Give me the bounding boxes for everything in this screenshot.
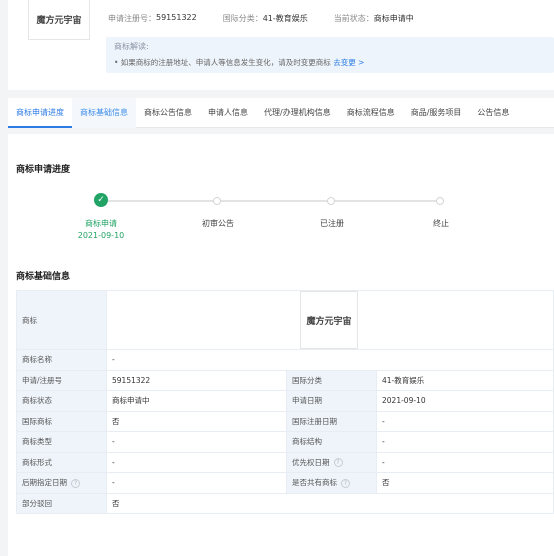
table-row: 商标类型 - 商标结构 - (16, 431, 554, 453)
tab-goods-services[interactable]: 商品/服务项目 (403, 98, 470, 128)
field-value: 59151322 (106, 369, 287, 391)
check-icon: ✓ (94, 193, 108, 207)
progress-title: 商标申请进度 (16, 165, 71, 175)
table-row: 后期指定日期? - 是否共有商标? 否 (16, 472, 554, 494)
note-text: • 如果商标的注册地址、申请人等信息发生变化，请及时变更商标 (114, 58, 331, 67)
trademark-label: 商标 (16, 290, 107, 350)
trademark-header: 魔方元宇宙 申请注册号： 59151322 国际分类： 41-教育娱乐 当前状态… (8, 0, 554, 90)
field-value: - (106, 451, 287, 473)
field-value: 否 (106, 410, 287, 432)
field-label: 商标形式 (16, 451, 107, 473)
help-icon[interactable]: ? (341, 478, 350, 488)
table-row: 商标形式 - 优先权日期? - (16, 451, 554, 473)
trademark-image: 魔方元宇宙 (300, 291, 358, 349)
field-label: 商标类型 (16, 431, 107, 453)
step-node-terminated (436, 197, 444, 205)
basic-info-table: 商标 魔方元宇宙 商标名称 - 申请/注册号 59151322 国际分类 41-… (16, 290, 554, 514)
name-label: 商标名称 (16, 349, 107, 371)
field-label: 国际注册日期 (286, 410, 377, 432)
field-value: 否 (376, 472, 554, 494)
trademark-note: 商标解读: • 如果商标的注册地址、申请人等信息发生变化，请及时变更商标 去变更… (106, 37, 554, 73)
note-title: 商标解读: (114, 42, 149, 51)
status-label: 当前状态： (333, 14, 374, 23)
field-value: 商标申请中 (106, 390, 287, 412)
step-node-registered (327, 197, 335, 205)
table-row: 国际商标 否 国际注册日期 - (16, 410, 554, 432)
help-icon[interactable]: ? (71, 478, 80, 488)
table-row: 商标状态 商标申请中 申请日期 2021-09-10 (16, 390, 554, 412)
tab-application-progress[interactable]: 商标申请进度 (8, 98, 72, 128)
step-label-review: 初审公告 (202, 219, 234, 228)
step-label-apply: 商标申请 (85, 219, 117, 228)
progress-steps: ✓ 商标申请 2021-09-10 初审公告 已注册 终止 (8, 192, 554, 252)
progress-track (103, 200, 443, 202)
field-value: - (376, 431, 554, 453)
help-icon[interactable]: ? (333, 458, 343, 468)
tab-agency-info[interactable]: 代理/办理机构信息 (256, 98, 339, 128)
table-row: 申请/注册号 59151322 国际分类 41-教育娱乐 (16, 369, 554, 391)
field-value: - (376, 410, 554, 432)
basic-info-title: 商标基础信息 (16, 272, 71, 282)
name-value: - (106, 349, 554, 371)
field-label: 国际商标 (16, 410, 107, 432)
field-value: - (106, 431, 287, 453)
field-label: 申请/注册号 (16, 369, 107, 391)
table-row: 商标 魔方元宇宙 (16, 290, 554, 350)
trademark-image-cell: 魔方元宇宙 (106, 290, 554, 350)
trademark-meta: 申请注册号： 59151322 国际分类： 41-教育娱乐 当前状态： 商标申请… (108, 13, 440, 24)
tab-announcement-info[interactable]: 商标公告信息 (136, 98, 200, 128)
step-date-apply: 2021-09-10 (77, 231, 125, 240)
field-value: 2021-09-10 (376, 390, 554, 412)
reg-no-value: 59151322 (156, 13, 197, 22)
table-row: 部分驳回 否 (16, 492, 554, 514)
tab-notice-info[interactable]: 公告信息 (469, 98, 517, 128)
tab-applicant-info[interactable]: 申请人信息 (200, 98, 256, 128)
field-label: 优先权日期 (292, 457, 330, 467)
field-label-with-help: 是否共有商标? (286, 472, 377, 494)
intl-class-label: 国际分类： (222, 14, 263, 23)
field-value: - (106, 472, 287, 494)
field-label: 商标结构 (286, 431, 377, 453)
change-link[interactable]: 去变更 > (333, 58, 364, 67)
trademark-logo: 魔方元宇宙 (28, 0, 90, 40)
field-label: 部分驳回 (16, 492, 107, 514)
main-content: 商标申请进度 ✓ 商标申请 2021-09-10 初审公告 已注册 终止 商标基… (8, 134, 554, 556)
field-label-with-help: 优先权日期? (286, 451, 377, 473)
step-label-registered: 已注册 (320, 219, 344, 228)
reg-no-label: 申请注册号： (108, 14, 156, 23)
tab-basic-info[interactable]: 商标基础信息 (72, 98, 136, 128)
table-row: 商标名称 - (16, 349, 554, 371)
status-value: 商标申请中 (373, 14, 414, 23)
field-value: - (376, 451, 554, 473)
field-label-with-help: 后期指定日期? (16, 472, 107, 494)
detail-tabs: 商标申请进度 商标基础信息 商标公告信息 申请人信息 代理/办理机构信息 商标流… (8, 98, 554, 128)
field-label: 是否共有商标 (292, 478, 337, 488)
step-label-terminated: 终止 (433, 219, 449, 228)
tab-process-info[interactable]: 商标流程信息 (339, 98, 403, 128)
field-value: 41-教育娱乐 (376, 369, 554, 391)
step-node-review (213, 197, 221, 205)
note-body: • 如果商标的注册地址、申请人等信息发生变化，请及时变更商标 去变更 > (114, 57, 546, 68)
field-label: 申请日期 (286, 390, 377, 412)
field-value: 否 (106, 492, 554, 514)
field-label: 后期指定日期 (22, 478, 67, 488)
field-label: 商标状态 (16, 390, 107, 412)
intl-class-value: 41-教育娱乐 (262, 14, 308, 23)
field-label: 国际分类 (286, 369, 377, 391)
